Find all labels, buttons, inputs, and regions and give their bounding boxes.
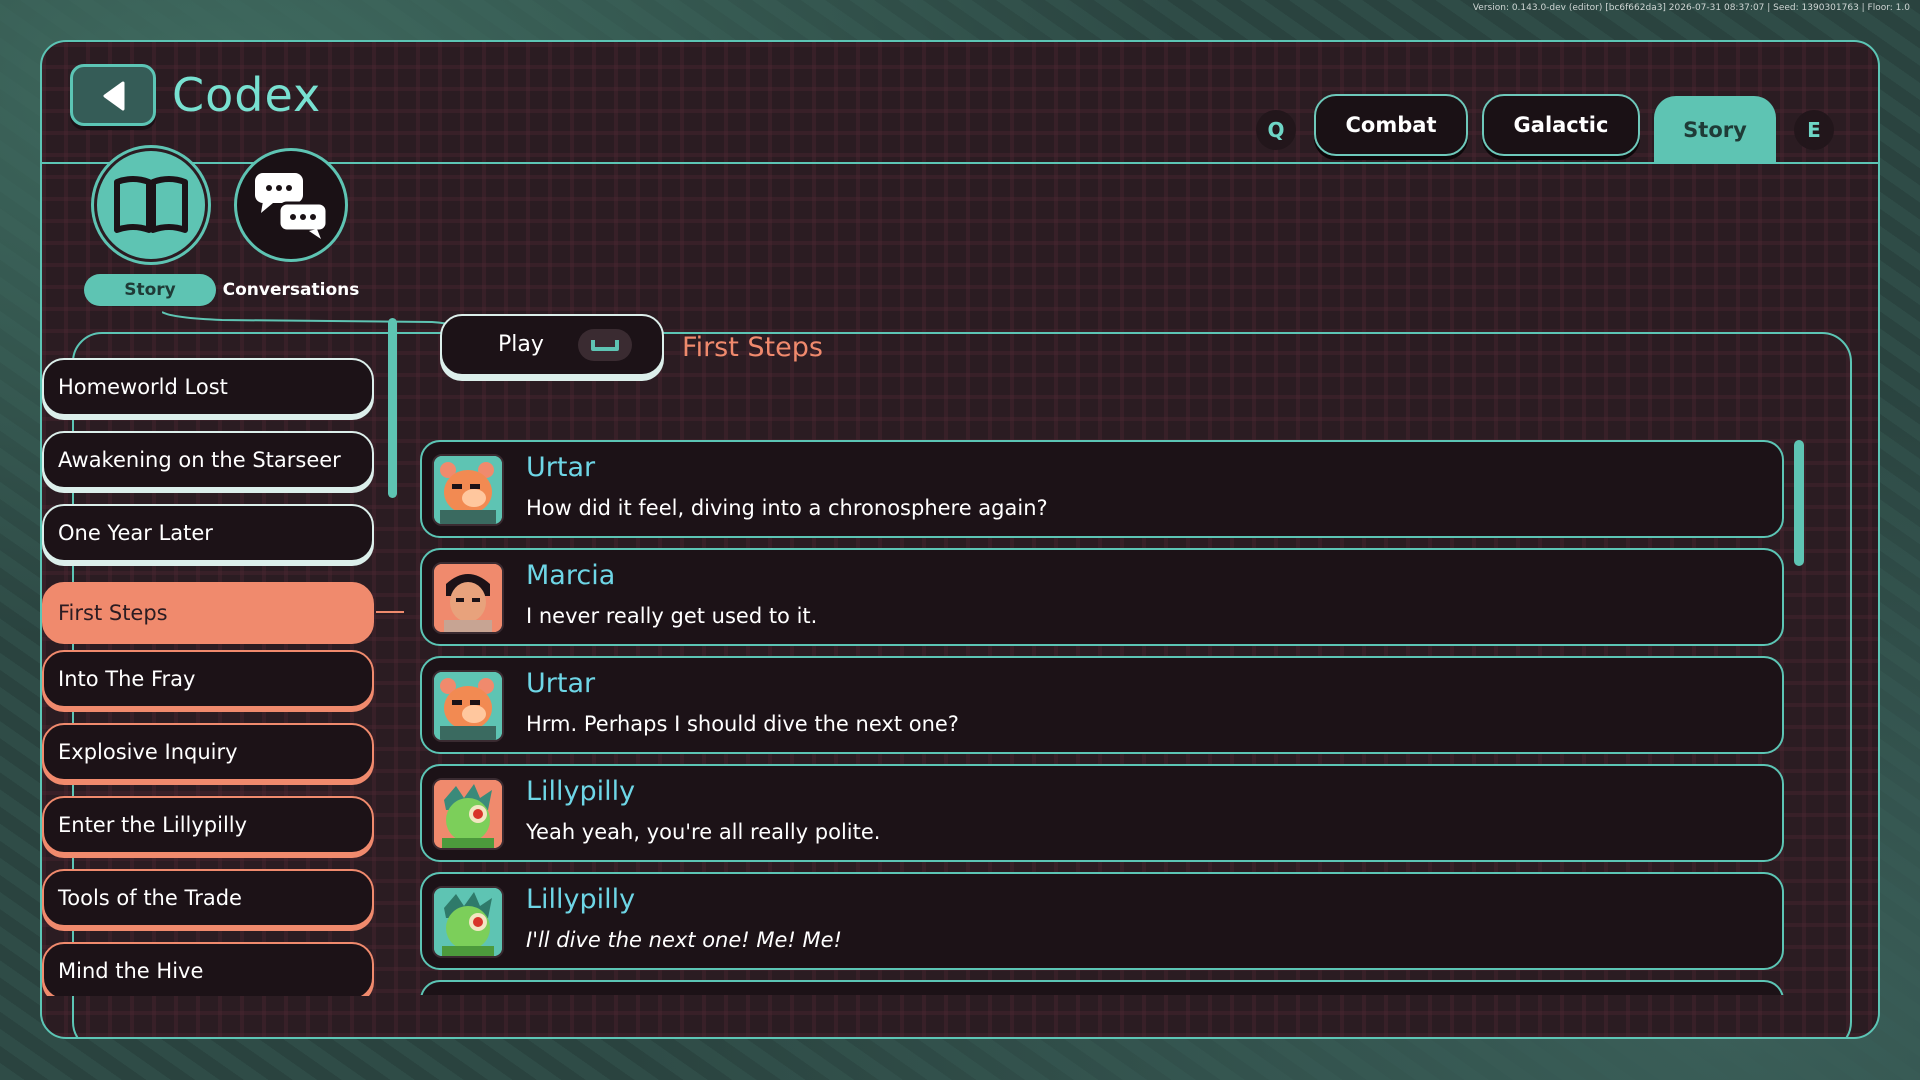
- category-conversations-button[interactable]: [234, 148, 348, 262]
- spacebar-icon: [578, 329, 632, 361]
- speaker-name: Urtar: [526, 668, 596, 699]
- dialog-line: Urtar How did it feel, diving into a chr…: [420, 440, 1784, 538]
- list-item-first-steps[interactable]: First Steps: [42, 582, 374, 644]
- tab-combat[interactable]: Combat: [1314, 94, 1468, 156]
- dialog-text: Yeah yeah, you're all really polite.: [526, 820, 881, 844]
- list-item-awakening[interactable]: Awakening on the Starseer: [42, 431, 374, 489]
- conversation-list: Homeworld Lost Awakening on the Starseer…: [42, 316, 376, 996]
- list-item-one-year-later[interactable]: One Year Later: [42, 504, 374, 562]
- dialog-text: I never really get used to it.: [526, 604, 818, 628]
- list-item-label: Enter the Lillypilly: [58, 812, 248, 837]
- list-item-tools-of-the-trade[interactable]: Tools of the Trade: [42, 869, 374, 927]
- tab-story[interactable]: Story: [1654, 96, 1776, 164]
- conversation-list-scrollbar[interactable]: [388, 318, 397, 498]
- list-item-into-the-fray[interactable]: Into The Fray: [42, 650, 374, 708]
- dialog-text: How did it feel, diving into a chronosph…: [526, 496, 1048, 520]
- back-button[interactable]: [70, 64, 156, 126]
- list-item-label: Explosive Inquiry: [58, 739, 238, 764]
- dialog-line: Urtar Hrm. Perhaps I should dive the nex…: [420, 656, 1784, 754]
- category-story-label[interactable]: Story: [84, 274, 216, 306]
- selection-connector: [376, 611, 404, 613]
- prev-tab-key-hint: Q: [1256, 110, 1296, 150]
- back-arrow-icon: [103, 81, 125, 111]
- next-tab-key-hint: E: [1794, 110, 1834, 150]
- dialog-text: I'll dive the next one! Me! Me!: [526, 928, 842, 952]
- urtar-portrait: [432, 670, 504, 742]
- speaker-name: Lillypilly: [526, 884, 636, 915]
- dialog-text: Hrm. Perhaps I should dive the next one?: [526, 712, 959, 736]
- version-info: Version: 0.143.0-dev (editor) [bc6f662da…: [1472, 3, 1910, 13]
- dialog-line: Lillypilly Yeah yeah, you're all really …: [420, 764, 1784, 862]
- dialog-line: [420, 980, 1784, 995]
- marcia-portrait: [432, 562, 504, 634]
- dialog-list: Urtar How did it feel, diving into a chr…: [420, 398, 1790, 995]
- list-item-mind-the-hive[interactable]: Mind the Hive: [42, 942, 374, 996]
- list-item-label: First Steps: [58, 600, 168, 625]
- speaker-name: Lillypilly: [526, 776, 636, 807]
- lillypilly-portrait: [432, 886, 504, 958]
- play-button[interactable]: Play: [440, 314, 664, 376]
- conversation-title: First Steps: [682, 332, 823, 363]
- category-conversations-label[interactable]: Conversations: [218, 274, 364, 306]
- open-book-icon: [114, 176, 188, 233]
- dialog-line: Lillypilly I'll dive the next one! Me! M…: [420, 872, 1784, 970]
- list-item-label: Into The Fray: [58, 666, 196, 691]
- dialog-list-scrollbar[interactable]: [1794, 440, 1804, 566]
- speech-bubbles-icon: [255, 173, 329, 239]
- list-item-explosive-inquiry[interactable]: Explosive Inquiry: [42, 723, 374, 781]
- list-item-enter-the-lillypilly[interactable]: Enter the Lillypilly: [42, 796, 374, 854]
- lillypilly-portrait: [432, 778, 504, 850]
- list-item-homeworld-lost[interactable]: Homeworld Lost: [42, 358, 374, 416]
- play-label: Play: [498, 332, 544, 357]
- list-item-label: One Year Later: [58, 520, 213, 545]
- urtar-portrait: [432, 454, 504, 526]
- list-item-label: Awakening on the Starseer: [58, 447, 341, 472]
- list-item-label: Mind the Hive: [58, 958, 204, 983]
- list-item-label: Homeworld Lost: [58, 374, 228, 399]
- speaker-name: Urtar: [526, 452, 596, 483]
- category-story-button[interactable]: [94, 148, 208, 262]
- dialog-line: Marcia I never really get used to it.: [420, 548, 1784, 646]
- list-item-label: Tools of the Trade: [58, 885, 242, 910]
- tab-galactic[interactable]: Galactic: [1482, 94, 1640, 156]
- speaker-name: Marcia: [526, 560, 616, 591]
- page-title: Codex: [172, 68, 322, 122]
